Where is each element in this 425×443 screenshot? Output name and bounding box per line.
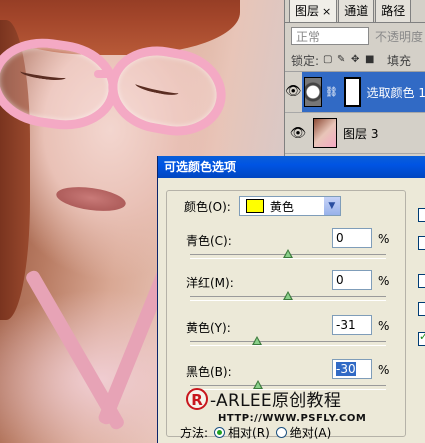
percent-label: % [378, 274, 390, 288]
watermark-url: HTTP://WWW.PSFLY.COM [218, 413, 367, 424]
slider-thumb[interactable] [283, 249, 293, 258]
magenta-input[interactable]: 0 [332, 270, 372, 290]
visibility-eye-icon[interactable]: 👁 [285, 72, 302, 112]
radio-relative[interactable] [214, 427, 226, 438]
cyan-value: 0 [336, 231, 344, 245]
color-swatch [245, 199, 264, 213]
cyan-label: 青色(C): [186, 234, 232, 248]
tab-layers[interactable]: 图层 × [289, 0, 338, 22]
panel-tabs: 图层 × 通道 路径 [285, 0, 425, 23]
lock-transparency-icon[interactable]: ▢ [323, 55, 333, 65]
close-icon[interactable]: × [322, 5, 331, 18]
fill-label: 填充 [387, 53, 412, 68]
adjustment-icon [303, 77, 323, 107]
percent-label: % [378, 232, 390, 246]
yellow-value: -31 [336, 318, 356, 332]
lips [54, 183, 128, 215]
magenta-label: 洋红(M): [186, 276, 234, 290]
tab-layers-label: 图层 [295, 4, 320, 18]
colors-select[interactable]: 黄色 ▼ [238, 196, 341, 216]
layer-thumbnail [313, 118, 337, 148]
black-input[interactable]: -30 [332, 359, 372, 379]
lock-all-icon[interactable]: ■ [365, 55, 375, 65]
glasses-bridge [94, 70, 116, 78]
layer-name: 选取颜色 1 [366, 85, 425, 100]
black-label: 黑色(B): [186, 365, 232, 379]
magenta-value: 0 [336, 273, 344, 287]
layer-name: 图层 3 [343, 126, 379, 141]
percent-label: % [378, 319, 390, 333]
yellow-input[interactable]: -31 [332, 315, 372, 335]
layer-row-selective-color[interactable]: 👁 ⛓ 选取颜色 1 [285, 72, 425, 113]
watermark-text: -ARLEE原创教程 [210, 391, 342, 411]
blend-row: 正常 不透明度 [285, 23, 425, 49]
layers-panel: 图层 × 通道 路径 正常 不透明度 锁定: ▢ ✎ ✥ ■ 填充 👁 ⛓ 选取颜… [284, 0, 425, 160]
opacity-label: 不透明度 [375, 29, 424, 44]
slider-thumb[interactable] [252, 336, 262, 345]
black-value: -30 [336, 362, 356, 376]
cyan-input[interactable]: 0 [332, 228, 372, 248]
save-button[interactable] [418, 302, 425, 316]
tab-paths[interactable]: 路径 [375, 0, 412, 22]
link-chain-icon: ⛓ [325, 86, 338, 98]
lock-row: 锁定: ▢ ✎ ✥ ■ 填充 [285, 49, 425, 72]
colors-value: 黄色 [269, 199, 294, 214]
tab-channels[interactable]: 通道 [338, 0, 375, 22]
layer-mask-thumbnail[interactable] [343, 77, 361, 107]
lock-label: 锁定: [291, 53, 320, 68]
lock-pixels-icon[interactable]: ✎ [337, 55, 347, 65]
radio-absolute[interactable] [275, 427, 287, 438]
load-button[interactable] [418, 274, 425, 288]
dialog-title[interactable]: 可选颜色选项 [158, 156, 425, 178]
absolute-label: 绝对(A) [289, 426, 332, 440]
blend-mode-select[interactable]: 正常 [291, 27, 369, 45]
method-row: 方法: 相对(R) 绝对(A) [180, 424, 331, 441]
method-label: 方法: [180, 426, 209, 440]
slider-thumb[interactable] [283, 291, 293, 300]
slider-track[interactable] [190, 341, 386, 346]
preview-checkbox[interactable] [418, 330, 425, 346]
percent-label: % [378, 363, 390, 377]
relative-label: 相对(R) [228, 426, 270, 440]
lock-position-icon[interactable]: ✥ [351, 55, 361, 65]
yellow-label: 黄色(Y): [186, 321, 231, 335]
chevron-down-icon[interactable]: ▼ [323, 197, 340, 215]
cancel-button[interactable] [418, 236, 425, 250]
colors-row: 颜色(O): 黄色 ▼ [184, 196, 341, 216]
visibility-eye-icon[interactable]: 👁 [285, 126, 311, 141]
colors-label: 颜色(O): [184, 199, 231, 214]
tab-channels-label: 通道 [344, 4, 369, 18]
registered-logo-icon: R [186, 387, 208, 410]
ok-button[interactable] [418, 208, 425, 222]
layer-row-photo[interactable]: 👁 图层 3 [285, 113, 425, 154]
watermark: R -ARLEE原创教程 [186, 386, 341, 411]
tab-paths-label: 路径 [381, 4, 406, 18]
